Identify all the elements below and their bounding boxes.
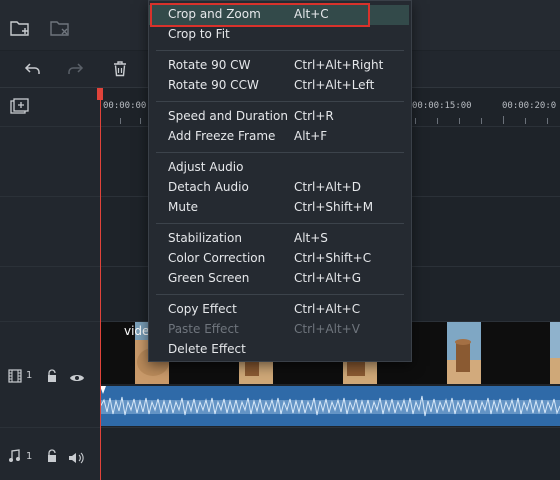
menu-item-shortcut: Ctrl+Alt+G [294, 271, 362, 285]
audio-track-number: 1 [26, 451, 33, 462]
menu-item-label: Paste Effect [168, 322, 239, 336]
menu-item-crop-to-fit[interactable]: Crop to Fit [148, 25, 412, 45]
timecode-label: 00:00:20:0 [502, 101, 557, 111]
add-track-icon[interactable] [10, 98, 30, 116]
menu-item-label: Speed and Duration [168, 109, 288, 123]
menu-item-shortcut: Ctrl+Alt+C [294, 302, 361, 316]
menu-separator [156, 101, 404, 102]
menu-separator [156, 50, 404, 51]
menu-item-label: Stabilization [168, 231, 242, 245]
menu-item-crop-and-zoom[interactable]: Crop and Zoom Alt+C [148, 5, 412, 25]
menu-item-copy-effect[interactable]: Copy Effect Ctrl+Alt+C [148, 300, 412, 320]
menu-item-shortcut: Ctrl+Alt+D [294, 180, 361, 194]
audio-waveform [100, 395, 560, 417]
ruler-tick [415, 118, 416, 124]
menu-item-green-screen[interactable]: Green Screen Ctrl+Alt+G [148, 269, 412, 289]
timecode-label: 00:00:15:00 [412, 101, 472, 111]
menu-item-label: Crop and Zoom [168, 7, 261, 21]
menu-item-label: Adjust Audio [168, 160, 244, 174]
ruler-tick [140, 118, 141, 124]
menu-item-shortcut: Ctrl+Alt+V [294, 322, 360, 336]
menu-item-speed-and-duration[interactable]: Speed and Duration Ctrl+R [148, 107, 412, 127]
menu-item-label: Rotate 90 CCW [168, 78, 259, 92]
menu-item-shortcut: Ctrl+R [294, 109, 334, 123]
track-divider [0, 427, 560, 428]
film-icon [8, 368, 22, 383]
ruler-tick [437, 118, 438, 124]
menu-item-label: Color Correction [168, 251, 266, 265]
menu-item-label: Delete Effect [168, 342, 246, 356]
lock-icon[interactable] [46, 368, 58, 382]
ruler-tick [120, 118, 121, 124]
menu-item-delete-effect[interactable]: Delete Effect [148, 340, 412, 360]
trash-icon[interactable] [111, 60, 129, 78]
menu-separator [156, 223, 404, 224]
menu-item-color-correction[interactable]: Color Correction Ctrl+Shift+C [148, 249, 412, 269]
redo-icon[interactable] [66, 60, 84, 78]
menu-item-add-freeze-frame[interactable]: Add Freeze Frame Alt+F [148, 127, 412, 147]
menu-item-rotate-90-cw[interactable]: Rotate 90 CW Ctrl+Alt+Right [148, 56, 412, 76]
ruler-tick [481, 118, 482, 124]
menu-item-label: Rotate 90 CW [168, 58, 251, 72]
menu-item-shortcut: Ctrl+Shift+C [294, 251, 372, 265]
clip-label: vide [124, 324, 150, 338]
menu-item-mute[interactable]: Mute Ctrl+Shift+M [148, 198, 412, 218]
clip-thumbnail [447, 322, 481, 384]
ruler-tick [547, 118, 548, 124]
menu-item-paste-effect: Paste Effect Ctrl+Alt+V [148, 320, 412, 340]
menu-item-label: Detach Audio [168, 180, 249, 194]
menu-item-shortcut: Ctrl+Alt+Left [294, 78, 375, 92]
menu-item-rotate-90-ccw[interactable]: Rotate 90 CCW Ctrl+Alt+Left [148, 76, 412, 96]
ruler-tick [503, 116, 504, 124]
audio-clip[interactable] [100, 386, 560, 426]
menu-item-label: Add Freeze Frame [168, 129, 276, 143]
lock-icon[interactable] [46, 448, 58, 462]
context-menu-items: Crop and Zoom Alt+C Crop to Fit Rotate 90 C… [148, 0, 412, 362]
remove-folder-icon[interactable] [48, 16, 72, 40]
menu-separator [156, 294, 404, 295]
clip-thumbnail [550, 322, 560, 384]
playhead-handle[interactable] [97, 88, 103, 100]
eye-icon[interactable] [69, 369, 85, 381]
menu-item-stabilization[interactable]: Stabilization Alt+S [148, 229, 412, 249]
menu-separator [156, 152, 404, 153]
menu-item-shortcut: Ctrl+Alt+Right [294, 58, 384, 72]
menu-item-label: Green Screen [168, 271, 250, 285]
menu-item-adjust-audio[interactable]: Adjust Audio [148, 158, 412, 178]
ruler-tick [459, 118, 460, 124]
add-folder-icon[interactable] [8, 16, 32, 40]
music-note-icon [8, 448, 20, 462]
menu-item-shortcut: Alt+F [294, 129, 328, 143]
menu-item-label: Copy Effect [168, 302, 237, 316]
menu-item-shortcut: Alt+C [294, 7, 329, 21]
menu-item-shortcut: Ctrl+Shift+M [294, 200, 374, 214]
speaker-icon[interactable] [68, 449, 86, 464]
ruler-tick [525, 118, 526, 124]
undo-icon[interactable] [24, 60, 42, 78]
menu-item-label: Mute [168, 200, 199, 214]
menu-item-detach-audio[interactable]: Detach Audio Ctrl+Alt+D [148, 178, 412, 198]
playhead-line[interactable] [100, 88, 101, 480]
timecode-label: 00:00:00: [103, 101, 152, 111]
video-track-number: 1 [26, 370, 33, 381]
menu-item-label: Crop to Fit [168, 27, 230, 41]
menu-item-shortcut: Alt+S [294, 231, 328, 245]
